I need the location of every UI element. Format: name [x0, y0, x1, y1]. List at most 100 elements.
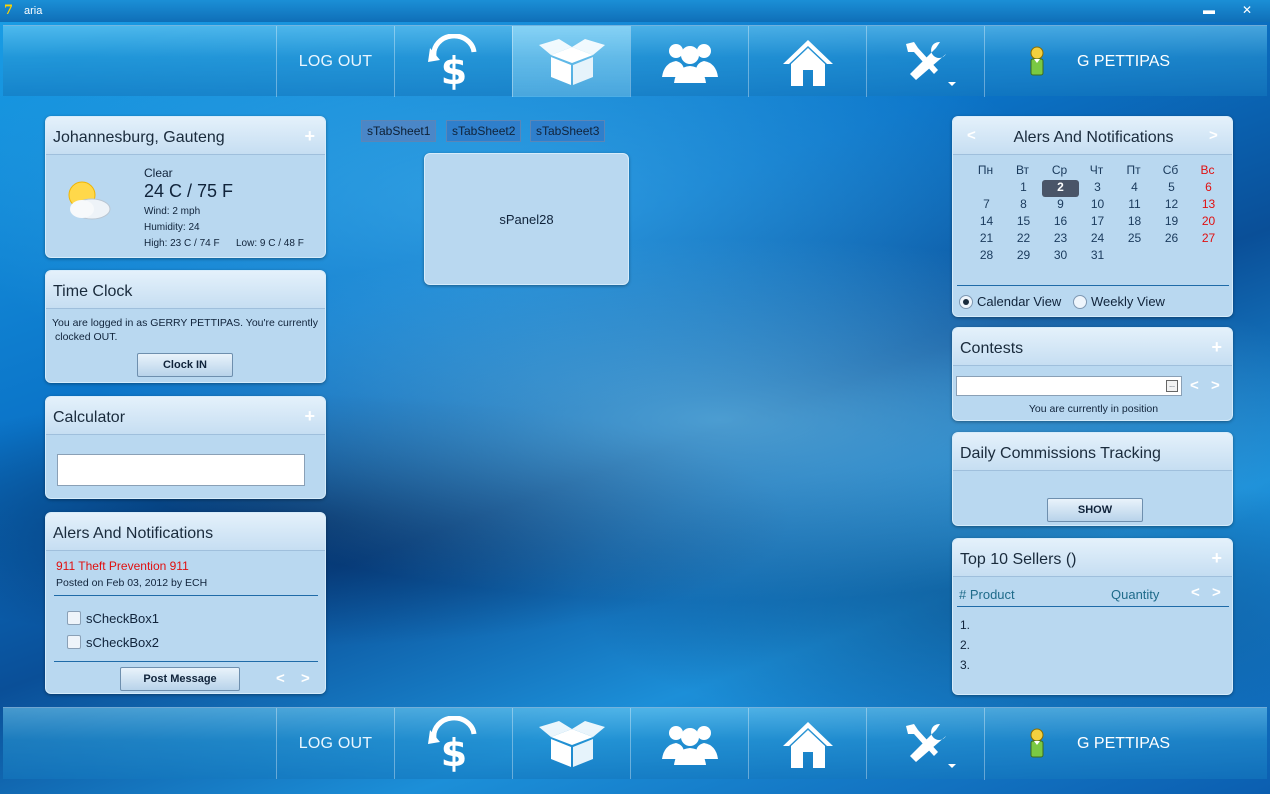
top-sellers-next-button[interactable]: >: [1212, 584, 1221, 601]
calendar-day[interactable]: 24: [1079, 231, 1116, 248]
users-button[interactable]: [630, 708, 748, 779]
products-button[interactable]: [512, 708, 630, 779]
window-title: aria: [24, 5, 43, 17]
alerts-next-button[interactable]: >: [301, 670, 310, 687]
calendar-day[interactable]: 30: [1042, 248, 1079, 265]
contests-next-button[interactable]: >: [1211, 377, 1220, 394]
calendar-day[interactable]: 13: [1190, 197, 1227, 214]
weekday-header: Пн: [977, 163, 994, 177]
center-panel-label: sPanel28: [499, 211, 554, 227]
show-commissions-button[interactable]: SHOW: [1047, 498, 1143, 522]
calendar-day[interactable]: 6: [1190, 180, 1227, 197]
calendar-day[interactable]: 8: [1005, 197, 1042, 214]
calendar-day[interactable]: 15: [1005, 214, 1042, 231]
calculator-title: Calculator: [53, 409, 126, 426]
products-button[interactable]: [512, 26, 630, 97]
calendar-next-button[interactable]: >: [1209, 127, 1218, 144]
clock-in-button[interactable]: Clock IN: [137, 353, 233, 377]
time-clock-panel: Time Clock You are logged in as GERRY PE…: [45, 270, 326, 383]
users-button[interactable]: [630, 26, 748, 97]
calendar-day[interactable]: 3: [1079, 180, 1116, 197]
calendar-day[interactable]: 12: [1153, 197, 1190, 214]
calendar-panel: < Alers And Notifications > Пн Вт Ср Чт Пт Сб…: [952, 116, 1233, 317]
weekday-header: Сб: [1162, 163, 1179, 177]
calendar-day[interactable]: 23: [1042, 231, 1079, 248]
calculator-panel: Calculator +: [45, 396, 326, 499]
calendar-day[interactable]: 16: [1042, 214, 1079, 231]
calendar-day[interactable]: 29: [1005, 248, 1042, 265]
divider: [957, 606, 1229, 607]
home-button[interactable]: [748, 26, 866, 97]
calendar-day[interactable]: 5: [1153, 180, 1190, 197]
calendar-day[interactable]: 18: [1116, 214, 1153, 231]
divider: [54, 661, 318, 662]
calendar-day[interactable]: 17: [1079, 214, 1116, 231]
weekday-header: Ср: [1051, 163, 1068, 177]
post-message-button[interactable]: Post Message: [120, 667, 240, 691]
logout-button[interactable]: LOG OUT: [276, 26, 394, 97]
tools-button[interactable]: [866, 26, 984, 97]
dollar-refresh-icon: $: [427, 33, 476, 90]
calendar-day[interactable]: 20: [1190, 214, 1227, 231]
calculator-header: Calculator +: [46, 397, 325, 435]
calendar-day[interactable]: 22: [1005, 231, 1042, 248]
calendar-day[interactable]: 28: [968, 248, 1005, 265]
calendar-day[interactable]: 25: [1116, 231, 1153, 248]
window-titlebar: 7 aria ▬ ✕: [0, 0, 1270, 22]
checkbox-2[interactable]: [67, 635, 81, 649]
alert-post-title[interactable]: 911 Theft Prevention 911: [56, 559, 189, 573]
calendar-day[interactable]: 21: [968, 231, 1005, 248]
weather-temperature: 24 C / 75 F: [144, 181, 234, 201]
close-button[interactable]: ✕: [1230, 0, 1264, 20]
tools-button[interactable]: [866, 708, 984, 779]
checkbox-1[interactable]: [67, 611, 81, 625]
tab-stabsheet2[interactable]: sTabSheet2: [446, 120, 522, 142]
calendar-day[interactable]: 11: [1116, 197, 1153, 214]
weather-expand-icon[interactable]: +: [304, 127, 315, 145]
calendar-view-radio[interactable]: [959, 295, 973, 309]
top-navbar: LOG OUT $ G PETTIPAS: [3, 25, 1267, 97]
finance-button[interactable]: $: [394, 26, 512, 97]
calendar-day[interactable]: 27: [1190, 231, 1227, 248]
calendar-picker-icon[interactable]: ...: [1166, 380, 1178, 392]
logout-button[interactable]: LOG OUT: [276, 708, 394, 779]
open-box-icon: [538, 720, 605, 767]
contests-prev-button[interactable]: <: [1190, 377, 1199, 394]
weekly-view-radio[interactable]: [1073, 295, 1087, 309]
calendar-day[interactable]: 9: [1042, 197, 1079, 214]
calculator-expand-icon[interactable]: +: [304, 407, 315, 425]
user-profile-button[interactable]: G PETTIPAS: [984, 708, 1267, 780]
top-sellers-header: Top 10 Sellers () +: [953, 539, 1232, 577]
tab-stabsheet3[interactable]: sTabSheet3: [530, 120, 606, 142]
calendar-day[interactable]: 26: [1153, 231, 1190, 248]
tab-stabsheet1[interactable]: sTabSheet1: [361, 120, 437, 142]
weather-wind: Wind: 2 mph: [144, 206, 201, 217]
home-button[interactable]: [748, 708, 866, 779]
contests-title: Contests: [960, 340, 1024, 357]
calendar-day[interactable]: 1: [1005, 180, 1042, 197]
contests-date-input[interactable]: ...: [956, 376, 1182, 396]
checkbox-2-label: sCheckBox2: [86, 635, 159, 650]
calendar-day[interactable]: 14: [968, 214, 1005, 231]
calendar-day[interactable]: 2: [1042, 180, 1079, 197]
people-group-icon: [661, 725, 718, 765]
checkbox-1-label: sCheckBox1: [86, 611, 159, 626]
calculator-display[interactable]: [57, 454, 305, 486]
alerts-left-header: Alers And Notifications: [46, 513, 325, 551]
weather-header: Johannesburg, Gauteng +: [46, 117, 325, 155]
top-sellers-expand-icon[interactable]: +: [1211, 549, 1222, 567]
calendar-day[interactable]: 7: [968, 197, 1005, 214]
user-profile-button[interactable]: G PETTIPAS: [984, 26, 1267, 97]
calendar-day[interactable]: 4: [1116, 180, 1153, 197]
logout-label: LOG OUT: [298, 734, 373, 752]
alerts-prev-button[interactable]: <: [276, 670, 285, 687]
calendar-day[interactable]: 19: [1153, 214, 1190, 231]
calendar-day[interactable]: 10: [1079, 197, 1116, 214]
minimize-button[interactable]: ▬: [1196, 0, 1222, 20]
center-panel: sPanel28: [424, 153, 629, 285]
calendar-day[interactable]: 31: [1079, 248, 1116, 265]
contests-expand-icon[interactable]: +: [1211, 338, 1222, 356]
weekday-header: Чт: [1089, 163, 1104, 177]
top-sellers-prev-button[interactable]: <: [1191, 584, 1200, 601]
finance-button[interactable]: $: [394, 708, 512, 779]
